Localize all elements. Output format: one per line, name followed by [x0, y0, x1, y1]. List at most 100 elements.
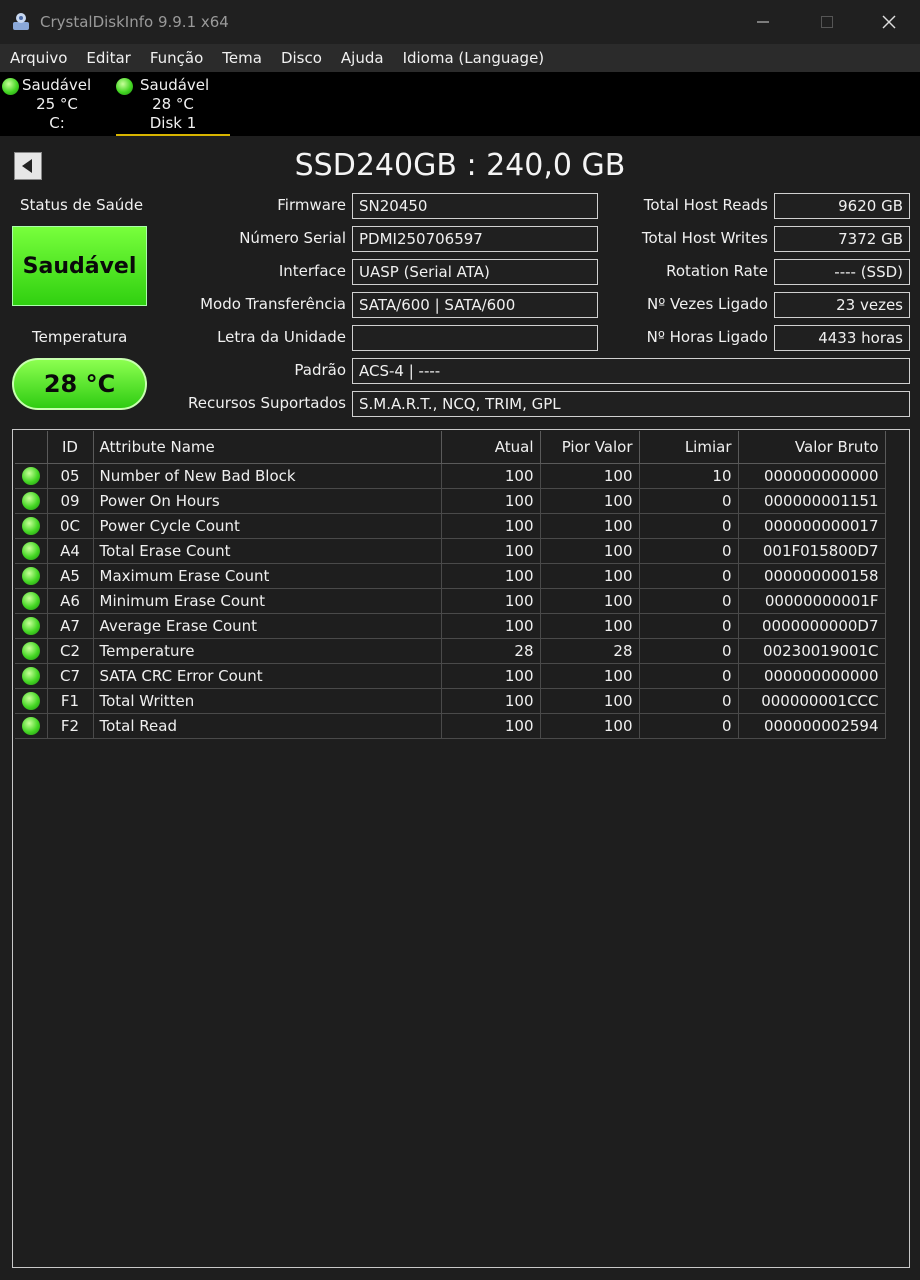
column-header-id[interactable]: ID: [47, 431, 94, 464]
cell-raw-value: 00230019001C: [738, 638, 886, 664]
status-cell: [15, 513, 48, 539]
health-status-icon: [21, 691, 40, 710]
cell-current: 100: [441, 563, 541, 589]
table-row[interactable]: C2 Temperature 28 28 0 00230019001C: [15, 638, 886, 664]
column-header-worst[interactable]: Pior Valor: [540, 431, 640, 464]
column-header-raw-value[interactable]: Valor Bruto: [738, 431, 886, 464]
table-row[interactable]: A5 Maximum Erase Count 100 100 0 000000000158: [15, 563, 886, 589]
status-cell: [15, 488, 48, 514]
disk-status: Saudável: [140, 76, 210, 94]
cell-current: 100: [441, 488, 541, 514]
standard-label: Padrão: [294, 361, 346, 379]
drive-letter-field: [352, 325, 598, 351]
menu-disco[interactable]: Disco: [281, 49, 322, 67]
cell-id: 09: [47, 488, 94, 514]
status-column-header[interactable]: [15, 431, 48, 464]
table-header-row: ID Attribute Name Atual Pior Valor Limia…: [15, 431, 886, 464]
title-bar: CrystalDiskInfo 9.9.1 x64: [0, 0, 920, 44]
status-cell: [15, 588, 48, 614]
cell-worst: 100: [540, 588, 640, 614]
table-row[interactable]: C7 SATA CRC Error Count 100 100 0 00000000000…: [15, 663, 886, 689]
menu-ajuda[interactable]: Ajuda: [341, 49, 384, 67]
temperature-badge: 28 °C: [12, 358, 147, 410]
table-row[interactable]: F2 Total Read 100 100 0 000000002594: [15, 713, 886, 739]
health-status-icon: [21, 541, 40, 560]
power-on-hours-field: 4433 horas: [774, 325, 910, 351]
cell-current: 100: [441, 463, 541, 489]
cell-attribute-name: Maximum Erase Count: [93, 563, 442, 589]
disk-name: C:: [49, 114, 65, 132]
cell-id: C7: [47, 663, 94, 689]
transfer-mode-field: SATA/600 | SATA/600: [352, 292, 598, 318]
firmware-field: SN20450: [352, 193, 598, 219]
menu-tema[interactable]: Tema: [222, 49, 262, 67]
cell-raw-value: 000000000000: [738, 663, 886, 689]
maximize-button[interactable]: [812, 8, 842, 36]
cell-id: F2: [47, 713, 94, 739]
table-row[interactable]: 05 Number of New Bad Block 100 100 10 0000000…: [15, 463, 886, 489]
cell-worst: 100: [540, 463, 640, 489]
cell-raw-value: 000000001CCC: [738, 688, 886, 714]
cell-threshold: 0: [639, 688, 739, 714]
cell-raw-value: 0000000000D7: [738, 613, 886, 639]
rotation-rate-field: ---- (SSD): [774, 259, 910, 285]
host-reads-label: Total Host Reads: [643, 196, 768, 214]
cell-raw-value: 00000000001F: [738, 588, 886, 614]
column-header-current[interactable]: Atual: [441, 431, 541, 464]
health-status-badge[interactable]: Saudável: [12, 226, 147, 306]
cell-id: A4: [47, 538, 94, 564]
cell-worst: 28: [540, 638, 640, 664]
column-header-threshold[interactable]: Limiar: [639, 431, 739, 464]
features-field: S.M.A.R.T., NCQ, TRIM, GPL: [352, 391, 910, 417]
table-row[interactable]: A7 Average Erase Count 100 100 0 0000000000D7: [15, 613, 886, 639]
menu-idioma[interactable]: Idioma (Language): [403, 49, 545, 67]
cell-attribute-name: Total Written: [93, 688, 442, 714]
health-status-icon: [21, 516, 40, 535]
table-row[interactable]: F1 Total Written 100 100 0 000000001CCC: [15, 688, 886, 714]
cell-raw-value: 000000002594: [738, 713, 886, 739]
cell-current: 100: [441, 588, 541, 614]
menu-arquivo[interactable]: Arquivo: [10, 49, 67, 67]
cell-attribute-name: SATA CRC Error Count: [93, 663, 442, 689]
disk-tab-c[interactable]: Saudável 25 °C C:: [2, 76, 98, 134]
app-icon: [13, 13, 29, 30]
table-row[interactable]: 0C Power Cycle Count 100 100 0 000000000017: [15, 513, 886, 539]
health-status-icon: [21, 616, 40, 635]
cell-id: A7: [47, 613, 94, 639]
cell-current: 100: [441, 663, 541, 689]
cell-threshold: 0: [639, 588, 739, 614]
cell-raw-value: 000000001151: [738, 488, 886, 514]
cell-id: 0C: [47, 513, 94, 539]
menu-editar[interactable]: Editar: [86, 49, 130, 67]
minimize-button[interactable]: [748, 8, 778, 36]
health-status-icon: [21, 641, 40, 660]
table-row[interactable]: A6 Minimum Erase Count 100 100 0 00000000001F: [15, 588, 886, 614]
cell-worst: 100: [540, 688, 640, 714]
window-title: CrystalDiskInfo 9.9.1 x64: [40, 13, 229, 31]
cell-current: 100: [441, 688, 541, 714]
status-cell: [15, 688, 48, 714]
disk-name: Disk 1: [149, 114, 197, 132]
menu-funcao[interactable]: Função: [150, 49, 203, 67]
cell-raw-value: 000000000158: [738, 563, 886, 589]
cell-id: C2: [47, 638, 94, 664]
smart-attributes-table[interactable]: ID Attribute Name Atual Pior Valor Limia…: [12, 429, 910, 1268]
temperature-label: Temperatura: [32, 328, 128, 346]
column-header-attribute-name[interactable]: Attribute Name: [93, 431, 442, 464]
status-cell: [15, 563, 48, 589]
power-on-count-label: Nº Vezes Ligado: [646, 295, 768, 313]
cell-attribute-name: Total Read: [93, 713, 442, 739]
transfer-mode-label: Modo Transferência: [200, 295, 346, 313]
table-row[interactable]: 09 Power On Hours 100 100 0 000000001151: [15, 488, 886, 514]
power-on-count-field: 23 vezes: [774, 292, 910, 318]
drive-letter-label: Letra da Unidade: [217, 328, 346, 346]
close-button[interactable]: [874, 8, 904, 36]
interface-label: Interface: [278, 262, 346, 280]
cell-worst: 100: [540, 663, 640, 689]
table-row[interactable]: A4 Total Erase Count 100 100 0 001F015800D7: [15, 538, 886, 564]
cell-threshold: 0: [639, 613, 739, 639]
cell-threshold: 0: [639, 563, 739, 589]
cell-raw-value: 001F015800D7: [738, 538, 886, 564]
disk-tab-disk1[interactable]: Saudável 28 °C Disk 1: [116, 76, 230, 136]
cell-worst: 100: [540, 513, 640, 539]
